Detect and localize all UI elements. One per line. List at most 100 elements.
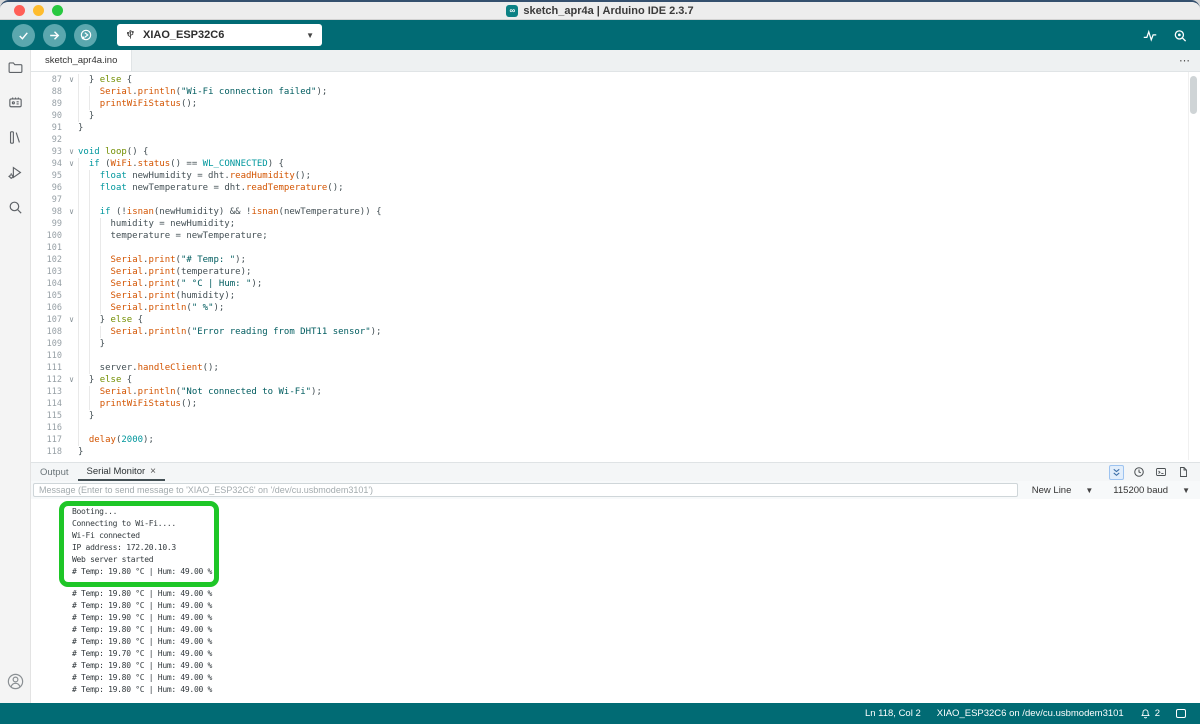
line-number: 99: [51, 219, 62, 229]
code-line[interactable]: 105 Serial.print(humidity);: [31, 290, 1200, 302]
sidebar-item-sketchbook[interactable]: [6, 58, 24, 76]
tab-overflow-menu[interactable]: ⋯: [1169, 50, 1200, 71]
editor-scrollbar-thumb[interactable]: [1190, 76, 1197, 114]
panel-layout-icon[interactable]: [1176, 709, 1186, 718]
terminal-icon: [1155, 468, 1166, 476]
fold-arrow-icon: [65, 410, 78, 422]
serial-monitor-icon[interactable]: [1172, 28, 1188, 43]
board-selector-dropdown[interactable]: XIAO_ESP32C6 ▼: [117, 24, 322, 46]
code-line[interactable]: 95 float newHumidity = dht.readHumidity(…: [31, 170, 1200, 182]
toolbar: XIAO_ESP32C6 ▼: [0, 20, 1200, 50]
code-line[interactable]: 93 ∨ void loop() {: [31, 146, 1200, 158]
code-line[interactable]: 107 ∨ } else {: [31, 314, 1200, 326]
indent-guide: [88, 278, 90, 290]
code-line[interactable]: 92: [31, 134, 1200, 146]
indent-guide: [78, 110, 79, 122]
fold-arrow-icon[interactable]: ∨: [65, 206, 78, 218]
timestamp-toggle[interactable]: [1131, 465, 1146, 480]
code-line[interactable]: 102 Serial.print("# Temp: ");: [31, 254, 1200, 266]
code-line[interactable]: 94 ∨ if (WiFi.status() == WL_CONNECTED) {: [31, 158, 1200, 170]
board-selector-label: XIAO_ESP32C6: [143, 29, 225, 41]
code-line[interactable]: 100 temperature = newTemperature;: [31, 230, 1200, 242]
fold-arrow-icon: [65, 350, 78, 362]
account-button[interactable]: [6, 672, 25, 691]
close-icon[interactable]: ×: [150, 466, 156, 477]
title-bar: ∞ sketch_apr4a | Arduino IDE 2.3.7: [0, 2, 1200, 20]
fold-arrow-icon[interactable]: ∨: [65, 374, 78, 386]
code-text: }: [78, 110, 95, 122]
cursor-position[interactable]: Ln 118, Col 2: [865, 708, 921, 719]
sidebar-item-boards-manager[interactable]: [6, 93, 24, 111]
indent-guide: [88, 326, 90, 338]
code-text: float newHumidity = dht.readHumidity();: [78, 170, 311, 182]
tab-sketch[interactable]: sketch_apr4a.ino: [31, 50, 133, 71]
debug-icon: [80, 29, 91, 41]
sidebar-item-debug[interactable]: [6, 163, 24, 181]
code-line[interactable]: 96 float newTemperature = dht.readTemper…: [31, 182, 1200, 194]
code-line[interactable]: 99 humidity = newHumidity;: [31, 218, 1200, 230]
line-number: 97: [51, 195, 62, 205]
code-line[interactable]: 114 printWiFiStatus();: [31, 398, 1200, 410]
clock-icon: [1133, 467, 1144, 477]
notifications-status[interactable]: 2: [1140, 708, 1160, 719]
tab-serial-monitor-label: Serial Monitor: [86, 465, 146, 477]
serial-output-line: Wi-Fi connected: [72, 531, 140, 540]
fold-arrow-icon[interactable]: ∨: [65, 146, 78, 158]
fold-arrow-icon[interactable]: ∨: [65, 314, 78, 326]
baud-rate-value: 115200 baud: [1113, 484, 1169, 496]
indent-guide: [99, 290, 101, 302]
code-line[interactable]: 87 ∨ } else {: [31, 74, 1200, 86]
code-line[interactable]: 104 Serial.print(" °C | Hum: ");: [31, 278, 1200, 290]
code-line[interactable]: 91}: [31, 122, 1200, 134]
code-line[interactable]: 115 }: [31, 410, 1200, 422]
autoscroll-toggle[interactable]: [1109, 464, 1124, 480]
tab-serial-monitor[interactable]: Serial Monitor ×: [77, 463, 165, 481]
tab-output[interactable]: Output: [31, 463, 78, 481]
indent-guide: [78, 350, 79, 362]
code-line[interactable]: 90 }: [31, 110, 1200, 122]
line-number: 93: [51, 147, 62, 157]
debug-button[interactable]: [74, 23, 97, 47]
code-line[interactable]: 117 delay(2000);: [31, 434, 1200, 446]
code-line[interactable]: 110: [31, 350, 1200, 362]
code-line[interactable]: 112 ∨ } else {: [31, 374, 1200, 386]
serial-plotter-icon[interactable]: [1142, 28, 1158, 43]
upload-button[interactable]: [43, 23, 66, 47]
line-number: 107: [46, 315, 62, 325]
code-text: float newTemperature = dht.readTemperatu…: [78, 182, 344, 194]
code-line[interactable]: 97: [31, 194, 1200, 206]
code-editor[interactable]: 87 ∨ } else {88 Serial.println("Wi-Fi con…: [31, 72, 1200, 462]
code-line[interactable]: 88 Serial.println("Wi-Fi connection fail…: [31, 86, 1200, 98]
fold-arrow-icon: [65, 122, 78, 134]
verify-button[interactable]: [12, 23, 35, 47]
code-line[interactable]: 109 }: [31, 338, 1200, 350]
sidebar-item-library-manager[interactable]: [6, 128, 24, 146]
baud-rate-dropdown[interactable]: 115200 baud ▼: [1107, 485, 1196, 496]
code-line[interactable]: 106 Serial.println(" %");: [31, 302, 1200, 314]
code-line[interactable]: 101: [31, 242, 1200, 254]
indent-guide: [88, 206, 90, 218]
indent-guide: [88, 182, 90, 194]
clear-output-button[interactable]: [1175, 465, 1190, 480]
code-line[interactable]: 103 Serial.print(temperature);: [31, 266, 1200, 278]
fold-arrow-icon[interactable]: ∨: [65, 74, 78, 86]
line-number: 91: [51, 123, 62, 133]
code-line[interactable]: 108 Serial.println("Error reading from D…: [31, 326, 1200, 338]
code-line[interactable]: 113 Serial.println("Not connected to Wi-…: [31, 386, 1200, 398]
code-line[interactable]: 111 server.handleClient();: [31, 362, 1200, 374]
fold-arrow-icon[interactable]: ∨: [65, 158, 78, 170]
serial-message-input[interactable]: [33, 483, 1018, 497]
status-bar: Ln 118, Col 2 XIAO_ESP32C6 on /dev/cu.us…: [0, 703, 1200, 724]
line-ending-dropdown[interactable]: New Line ▼: [1026, 485, 1100, 496]
code-line[interactable]: 89 printWiFiStatus();: [31, 98, 1200, 110]
toolbar-right: [1142, 28, 1188, 43]
code-line[interactable]: 98 ∨ if (!isnan(newHumidity) && !isnan(ne…: [31, 206, 1200, 218]
board-port-status[interactable]: XIAO_ESP32C6 on /dev/cu.usbmodem3101: [937, 708, 1124, 719]
code-text: Serial.print(" °C | Hum: ");: [78, 278, 262, 290]
sidebar-item-search[interactable]: [6, 198, 24, 216]
console-mode-button[interactable]: [1153, 465, 1168, 480]
code-text: if (WiFi.status() == WL_CONNECTED) {: [78, 158, 284, 170]
serial-monitor-output[interactable]: Booting... Connecting to Wi-Fi.... Wi-Fi c…: [31, 499, 1200, 703]
code-line[interactable]: 118}: [31, 446, 1200, 458]
code-line[interactable]: 116: [31, 422, 1200, 434]
